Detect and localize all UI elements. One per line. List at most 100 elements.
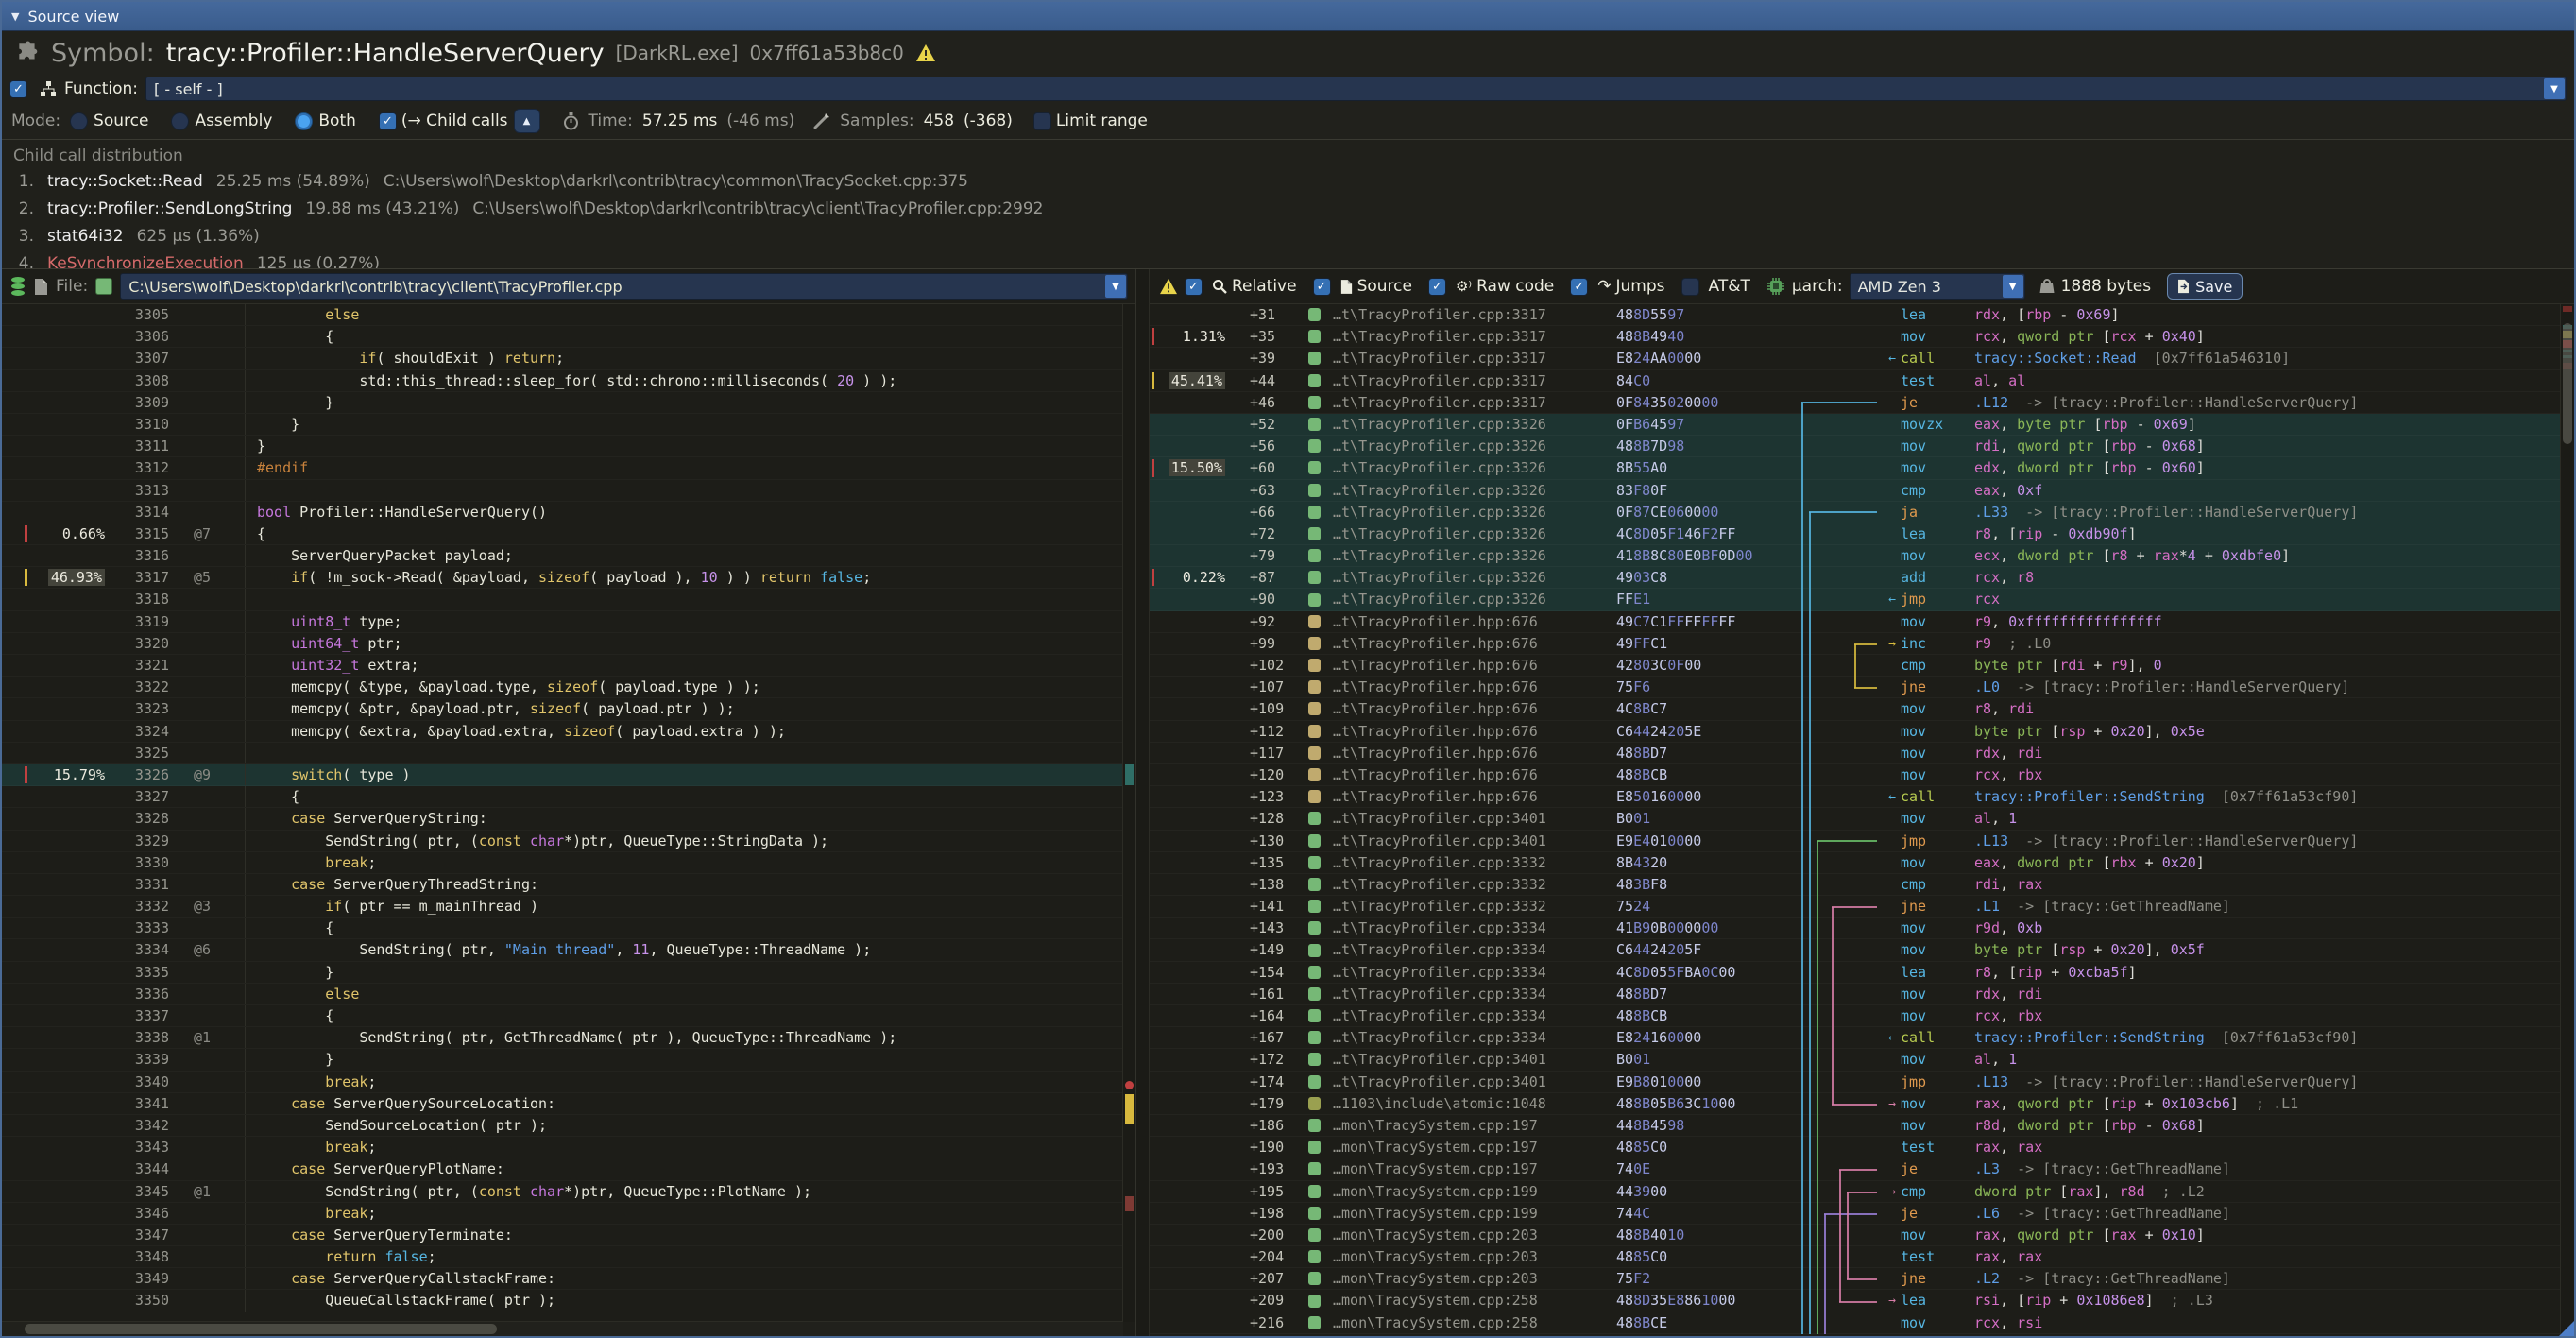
source-line-row[interactable]: 3341 case ServerQuerySourceLocation: [2, 1093, 1123, 1115]
raw-code-checkbox[interactable]: ✓ [1428, 278, 1446, 296]
source-checkbox[interactable]: ✓ [1313, 278, 1331, 296]
function-checkbox[interactable]: ✓ [9, 80, 27, 98]
source-line-row[interactable]: 46.93%3317@5 if( !m_sock->Read( &payload… [2, 567, 1123, 589]
asm-row[interactable]: +172…t\TracyProfiler.cpp:3401B001moval, … [1150, 1049, 2561, 1071]
source-line-row[interactable]: 3344 case ServerQueryPlotName: [2, 1158, 1123, 1180]
source-line-row[interactable]: 3305 else [2, 304, 1123, 326]
source-line-row[interactable]: 3311} [2, 436, 1123, 457]
source-line-row[interactable]: 3331 case ServerQueryThreadString: [2, 874, 1123, 896]
source-line-row[interactable]: 3330 break; [2, 852, 1123, 874]
source-line-row[interactable]: 3316 ServerQueryPacket payload; [2, 545, 1123, 567]
asm-row[interactable]: +52…t\TracyProfiler.cpp:33260FB64597movz… [1150, 414, 2561, 436]
asm-row[interactable]: +117…t\TracyProfiler.hpp:676488BD7movrdx… [1150, 743, 2561, 764]
source-line-row[interactable]: 3310 } [2, 414, 1123, 436]
asm-row[interactable]: +112…t\TracyProfiler.hpp:676C64424205Emo… [1150, 721, 2561, 743]
child-call-row[interactable]: 3.stat64i32625 μs (1.36%) [13, 223, 2563, 250]
source-line-row[interactable]: 3336 else [2, 984, 1123, 1005]
collapse-up-button[interactable]: ▲ [514, 109, 540, 133]
asm-row[interactable]: +31…t\TracyProfiler.cpp:3317488D5597lear… [1150, 304, 2561, 326]
source-horizontal-scrollbar[interactable] [2, 1321, 1123, 1336]
source-line-row[interactable]: 3314bool Profiler::HandleServerQuery() [2, 502, 1123, 523]
source-line-row[interactable]: 3318 [2, 589, 1123, 610]
source-line-row[interactable]: 3337 { [2, 1005, 1123, 1027]
asm-row[interactable]: +204…mon\TracySystem.cpp:2034885C0testra… [1150, 1246, 2561, 1268]
asm-row[interactable]: +216…mon\TracySystem.cpp:258488BCEmovrcx… [1150, 1312, 2561, 1334]
source-line-row[interactable]: 3329 SendString( ptr, (const char*)ptr, … [2, 831, 1123, 852]
pane-divider[interactable] [1136, 269, 1150, 1336]
chevron-down-icon[interactable]: ▼ [2544, 78, 2565, 99]
radio-source-circle[interactable] [70, 112, 88, 130]
source-line-row[interactable]: 3346 break; [2, 1203, 1123, 1225]
assembly-vertical-scrollbar[interactable] [2560, 304, 2574, 1336]
source-line-row[interactable]: 3325 [2, 743, 1123, 764]
relative-checkbox[interactable]: ✓ [1185, 278, 1203, 296]
source-line-row[interactable]: 3350 QueueCallstackFrame( ptr ); [2, 1290, 1123, 1312]
source-line-row[interactable]: 3319 uint8_t type; [2, 611, 1123, 633]
uarch-select[interactable]: AMD Zen 3 ▼ [1850, 273, 2025, 300]
resize-grip[interactable] [2559, 1321, 2574, 1336]
jumps-toggle[interactable]: ✓ ↷ Jumps [1570, 277, 1664, 296]
child-call-row[interactable]: 4.KeSynchronizeExecution125 μs (0.27%) [13, 250, 2563, 268]
title-bar[interactable]: ▼ Source view [2, 2, 2574, 31]
source-line-row[interactable]: 3338@1 SendString( ptr, GetThreadName( p… [2, 1027, 1123, 1049]
asm-row[interactable]: +72…t\TracyProfiler.cpp:33264C8D05F146F2… [1150, 523, 2561, 545]
asm-row[interactable]: +164…t\TracyProfiler.cpp:3334488BCBmovrc… [1150, 1005, 2561, 1027]
asm-row[interactable]: +161…t\TracyProfiler.cpp:3334488BD7movrd… [1150, 984, 2561, 1005]
source-line-row[interactable]: 3323 memcpy( &ptr, &payload.ptr, sizeof(… [2, 698, 1123, 720]
collapse-triangle-icon[interactable]: ▼ [11, 10, 19, 23]
limit-range-checkbox[interactable] [1033, 112, 1051, 130]
asm-row[interactable]: +200…mon\TracySystem.cpp:203488B4010movr… [1150, 1225, 2561, 1246]
source-line-row[interactable]: 3340 break; [2, 1072, 1123, 1093]
chevron-down-icon[interactable]: ▼ [2003, 275, 2023, 298]
source-line-row[interactable]: 3313 [2, 480, 1123, 502]
source-line-row[interactable]: 3343 break; [2, 1137, 1123, 1158]
source-line-row[interactable]: 3348 return false; [2, 1246, 1123, 1268]
asm-row[interactable]: +90…t\TracyProfiler.cpp:3326FFE1←jmprcx [1150, 589, 2561, 610]
source-line-row[interactable]: 3312#endif [2, 457, 1123, 479]
att-toggle[interactable]: AT&T [1681, 277, 1750, 296]
asm-row[interactable]: 0.22%+87…t\TracyProfiler.cpp:33264903C8a… [1150, 567, 2561, 589]
asm-row[interactable]: +167…t\TracyProfiler.cpp:3334E824160000←… [1150, 1027, 2561, 1049]
child-call-row[interactable]: 2.tracy::Profiler::SendLongString19.88 m… [13, 196, 2563, 223]
asm-row[interactable]: +128…t\TracyProfiler.cpp:3401B001moval, … [1150, 808, 2561, 830]
asm-row[interactable]: +39…t\TracyProfiler.cpp:3317E824AA0000←c… [1150, 348, 2561, 369]
source-line-row[interactable]: 3349 case ServerQueryCallstackFrame: [2, 1268, 1123, 1290]
asm-row[interactable]: +63…t\TracyProfiler.cpp:332683F80Fcmpeax… [1150, 480, 2561, 502]
jumps-checkbox[interactable]: ✓ [1570, 278, 1588, 296]
source-line-row[interactable]: 3347 case ServerQueryTerminate: [2, 1225, 1123, 1246]
asm-row[interactable]: +138…t\TracyProfiler.cpp:3332483BF8cmprd… [1150, 874, 2561, 896]
radio-assembly-circle[interactable] [171, 112, 189, 130]
source-line-row[interactable]: 3332@3 if( ptr == m_mainThread ) [2, 896, 1123, 918]
asm-row[interactable]: +174…t\TracyProfiler.cpp:3401E9B8010000j… [1150, 1072, 2561, 1093]
limit-range-toggle[interactable]: Limit range [1033, 112, 1148, 130]
file-select[interactable]: C:\Users\wolf\Desktop\darkrl\contrib\tra… [120, 273, 1128, 300]
att-checkbox[interactable] [1681, 278, 1699, 296]
asm-row[interactable]: +92…t\TracyProfiler.hpp:67649C7C1FFFFFFF… [1150, 611, 2561, 633]
source-line-row[interactable]: 3333 { [2, 918, 1123, 939]
radio-assembly[interactable]: Assembly [171, 112, 272, 130]
asm-row[interactable]: 45.41%+44…t\TracyProfiler.cpp:331784C0te… [1150, 370, 2561, 392]
relative-toggle[interactable]: ✓ Relative [1185, 277, 1297, 296]
child-calls-toggle[interactable]: ✓ (→ Child calls ▲ [379, 109, 540, 133]
source-line-row[interactable]: 3335 } [2, 962, 1123, 984]
source-line-row[interactable]: 3309 } [2, 392, 1123, 414]
asm-row[interactable]: +109…t\TracyProfiler.hpp:6764C8BC7movr8,… [1150, 698, 2561, 720]
source-line-row[interactable]: 0.66%3315@7{ [2, 523, 1123, 545]
asm-row[interactable]: +190…mon\TracySystem.cpp:1974885C0testra… [1150, 1137, 2561, 1158]
source-line-row[interactable]: 3327 { [2, 786, 1123, 808]
source-line-row[interactable]: 3320 uint64_t ptr; [2, 633, 1123, 655]
asm-row[interactable]: 15.50%+60…t\TracyProfiler.cpp:33268B55A0… [1150, 457, 2561, 479]
radio-both[interactable]: Both [295, 112, 356, 130]
source-line-row[interactable]: 3322 memcpy( &type, &payload.type, sizeo… [2, 677, 1123, 698]
source-vertical-scrollbar[interactable] [1122, 304, 1135, 1322]
save-button[interactable]: Save [2167, 273, 2243, 300]
asm-row[interactable]: +149…t\TracyProfiler.cpp:3334C64424205Fm… [1150, 939, 2561, 961]
child-calls-checkbox[interactable]: ✓ [379, 112, 397, 130]
source-line-row[interactable]: 15.79%3326@9 switch( type ) [2, 764, 1123, 786]
source-line-row[interactable]: 3339 } [2, 1049, 1123, 1071]
scrollbar-thumb[interactable] [2563, 323, 2572, 444]
function-select[interactable]: [ - self - ] ▼ [145, 77, 2567, 101]
child-call-row[interactable]: 1.tracy::Socket::Read25.25 ms (54.89%)C:… [13, 168, 2563, 196]
source-line-row[interactable]: 3306 { [2, 326, 1123, 348]
source-toggle[interactable]: ✓ Source [1313, 277, 1412, 296]
